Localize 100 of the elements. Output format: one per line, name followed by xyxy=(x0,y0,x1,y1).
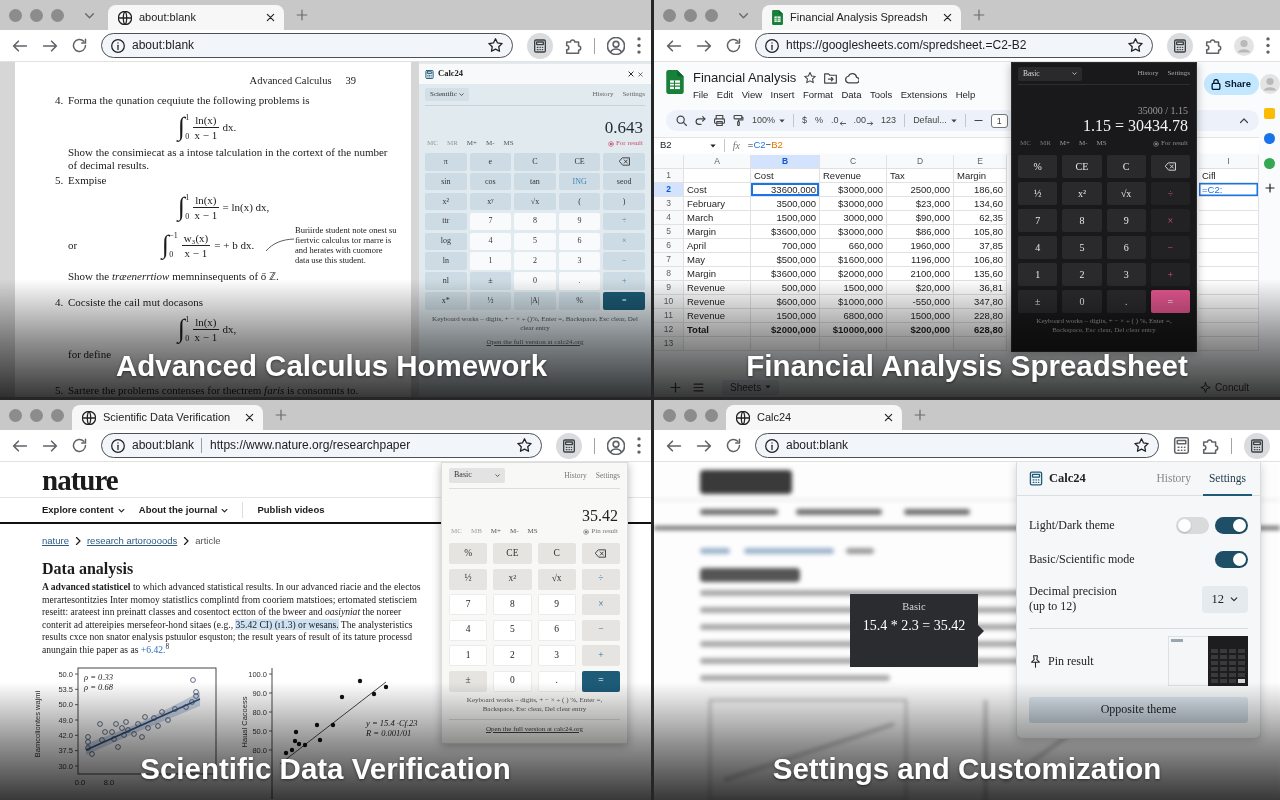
calculator-icon[interactable] xyxy=(1173,437,1190,454)
calculator-icon[interactable] xyxy=(1244,432,1270,459)
calculator-key[interactable]: C xyxy=(537,543,576,564)
puzzle-icon[interactable] xyxy=(1202,437,1219,454)
calculator-key[interactable]: 6 xyxy=(1106,236,1146,259)
nav-link[interactable]: About the journal xyxy=(138,503,229,517)
table-cell[interactable]: 6800,000 xyxy=(820,309,887,323)
row-header[interactable]: 13 xyxy=(654,337,684,351)
calculator-key[interactable]: ÷ xyxy=(581,568,620,590)
table-cell[interactable]: May xyxy=(684,253,751,267)
bookmark-star-icon[interactable] xyxy=(1128,38,1143,53)
cell-editor-field[interactable]: =C2: xyxy=(1199,183,1259,197)
font-size-field[interactable]: 1 xyxy=(990,113,1008,128)
browser-tab[interactable]: Calc24 xyxy=(726,405,902,430)
star-icon[interactable] xyxy=(804,72,817,84)
backspace-key[interactable] xyxy=(603,153,645,171)
calculator-icon[interactable] xyxy=(1167,32,1193,59)
calculator-key[interactable]: 2 xyxy=(493,645,532,666)
reference-link[interactable]: +6.42. xyxy=(140,643,166,655)
back-icon[interactable] xyxy=(666,37,682,54)
menu-item[interactable]: Edit xyxy=(716,89,734,102)
row-header[interactable]: 9 xyxy=(654,281,684,295)
decrease-decimal-button[interactable]: .0 xyxy=(831,114,846,127)
calculator-key[interactable]: 0 xyxy=(493,670,532,692)
calculator-key[interactable]: 2 xyxy=(1062,263,1102,286)
menu-item[interactable]: Format xyxy=(802,89,833,102)
calculator-key[interactable]: 3 xyxy=(558,252,601,270)
menu-item[interactable]: Tools xyxy=(870,89,893,102)
calculator-key[interactable]: C xyxy=(514,153,556,171)
equals-key[interactable]: = xyxy=(603,292,645,310)
calculator-key[interactable]: tan xyxy=(514,172,556,191)
address-bar[interactable]: about:blank xyxy=(755,433,1159,458)
calculator-key[interactable]: log xyxy=(425,232,467,251)
reload-icon[interactable] xyxy=(726,38,741,53)
row-header[interactable]: 2 xyxy=(654,183,684,197)
menu-item[interactable]: Help xyxy=(955,89,976,102)
calculator-key[interactable]: . xyxy=(558,272,601,290)
table-cell[interactable]: $10000,000 xyxy=(820,323,887,337)
formula-text[interactable]: =C2−B2 xyxy=(747,139,783,152)
calculator-key[interactable]: 8 xyxy=(493,594,532,615)
empty-cell[interactable] xyxy=(1199,323,1259,337)
row-header[interactable]: 7 xyxy=(654,253,684,267)
browser-tab[interactable]: Scientific Data Verification xyxy=(72,405,264,430)
table-cell[interactable]: 134,60 xyxy=(954,197,1007,211)
table-cell[interactable]: 1196,000 xyxy=(887,253,954,267)
column-header[interactable]: C xyxy=(820,155,887,169)
reload-icon[interactable] xyxy=(72,38,87,53)
bookmark-star-icon[interactable] xyxy=(1134,438,1149,453)
breadcrumb-link[interactable]: research artoroooods xyxy=(86,535,178,547)
table-cell[interactable]: Margin xyxy=(954,169,1007,183)
empty-cell[interactable] xyxy=(1199,295,1259,309)
table-cell[interactable]: Total xyxy=(684,323,751,337)
row-header[interactable]: 11 xyxy=(654,309,684,323)
table-cell[interactable]: 2500,000 xyxy=(887,183,954,197)
calculator-key[interactable]: ) xyxy=(603,192,645,211)
table-cell[interactable]: 347,80 xyxy=(954,295,1007,309)
calculator-key[interactable]: + xyxy=(581,645,620,666)
calculator-key[interactable]: ttr xyxy=(425,212,467,231)
font-select[interactable]: Defaul... xyxy=(913,114,957,127)
print-icon[interactable] xyxy=(714,115,725,126)
table-cell[interactable]: $2000,000 xyxy=(751,323,820,337)
nav-link[interactable]: Publish videos xyxy=(257,503,325,517)
row-header[interactable]: 5 xyxy=(654,225,684,239)
calculator-key[interactable]: % xyxy=(1018,155,1058,178)
empty-cell[interactable] xyxy=(1199,281,1259,295)
calculator-key[interactable]: x² xyxy=(425,192,467,211)
table-cell[interactable]: $1000,000 xyxy=(820,295,887,309)
calculator-key[interactable]: 9 xyxy=(537,594,576,615)
calculator-key[interactable]: 4 xyxy=(469,232,512,251)
table-cell[interactable]: February xyxy=(684,197,751,211)
document-title[interactable]: Financial Analysis xyxy=(693,69,797,87)
menu-item[interactable]: Data xyxy=(841,89,862,102)
calculator-key[interactable]: nl xyxy=(425,272,467,290)
calculator-key[interactable]: × xyxy=(1150,209,1190,232)
equals-key[interactable]: = xyxy=(1150,290,1190,313)
puzzle-icon[interactable] xyxy=(1205,37,1222,54)
table-cell[interactable]: 105,80 xyxy=(954,225,1007,239)
calculator-key[interactable]: + xyxy=(1150,263,1190,286)
browser-tab[interactable]: about:blank xyxy=(108,5,284,30)
bookmark-star-icon[interactable] xyxy=(488,38,503,53)
table-cell[interactable]: 1500,000 xyxy=(887,309,954,323)
move-folder-icon[interactable] xyxy=(824,71,838,85)
empty-cell[interactable] xyxy=(751,337,820,351)
popup-tab[interactable]: History xyxy=(1150,462,1197,496)
table-cell[interactable]: 628,80 xyxy=(954,323,1007,337)
calculator-key[interactable]: 1 xyxy=(1018,263,1058,286)
table-cell[interactable]: Margin xyxy=(684,267,751,281)
calculator-key[interactable]: CE xyxy=(1062,155,1102,178)
calculator-key[interactable]: ln xyxy=(425,252,467,270)
calculator-key[interactable]: x* xyxy=(425,292,467,310)
table-cell[interactable]: 500,000 xyxy=(751,281,820,295)
format-button[interactable]: $ xyxy=(802,114,808,127)
search-icon[interactable] xyxy=(676,115,687,126)
calculator-key[interactable]: |A| xyxy=(514,292,556,310)
table-cell[interactable]: Cost xyxy=(751,169,820,183)
table-cell[interactable]: $3000,000 xyxy=(820,183,887,197)
table-cell[interactable]: 700,000 xyxy=(751,239,820,253)
calculator-icon[interactable] xyxy=(527,32,553,59)
calculator-key[interactable]: % xyxy=(558,292,601,310)
close-icon[interactable] xyxy=(884,413,893,422)
